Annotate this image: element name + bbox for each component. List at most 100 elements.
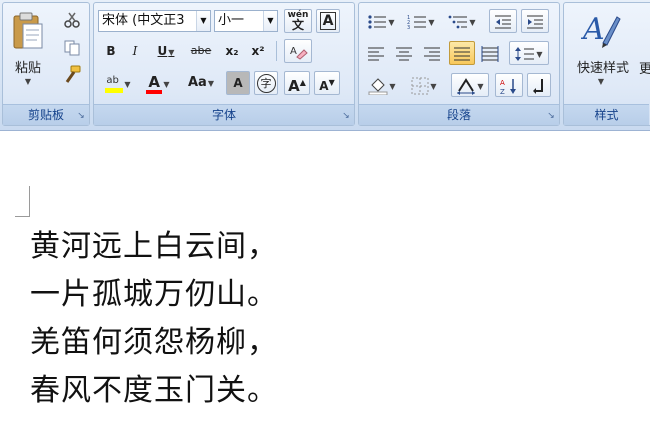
document-text[interactable]: 黄河远上白云间， 一片孤城万仞山。 羌笛何须怨杨柳， 春风不度玉门关。 [30,223,278,415]
change-case-button[interactable]: Aa▼ [182,71,220,95]
chevron-down-icon[interactable]: ▼ [428,18,434,27]
character-shading-button[interactable]: A [226,71,250,95]
underline-label: U [157,44,168,58]
poem-line[interactable]: 羌笛何须怨杨柳， [30,319,278,367]
chevron-down-icon[interactable]: ▼ [430,82,436,91]
superscript-button[interactable]: x² [246,39,270,63]
grow-font-label: A [288,77,300,95]
multilevel-list-icon [449,15,468,28]
font-size-value: 小一 [218,13,245,28]
phonetic-guide-button[interactable]: wén 文 [284,9,312,33]
align-left-button[interactable] [363,41,389,65]
quick-styles-button[interactable]: A 快速样式 ▼ [568,5,634,95]
justify-button[interactable] [449,41,475,65]
chevron-down-icon[interactable]: ▼ [263,11,277,31]
svg-text:A: A [581,12,605,47]
underline-button[interactable]: U▼ [150,39,182,63]
enclose-characters-button[interactable]: 字 [254,71,278,95]
font-name-combo[interactable]: 宋体 (中文正3 ▼ [98,10,211,32]
font-name-value: 宋体 (中文正3 [102,13,185,28]
align-right-icon [424,47,440,60]
chevron-down-icon[interactable]: ▼ [388,18,394,27]
chevron-down-icon[interactable]: ▼ [208,79,214,88]
bullets-button[interactable]: ▼ [363,9,399,33]
borders-icon [411,77,429,94]
line-spacing-button[interactable]: ▼ [509,41,549,65]
align-right-button[interactable] [419,41,445,65]
dialog-launcher-icon[interactable]: ↘ [546,111,556,121]
strikethrough-button[interactable]: abe [186,39,216,63]
dialog-launcher-icon[interactable]: ↘ [341,111,351,121]
decrease-indent-button[interactable] [489,9,517,33]
change-case-label: Aa [188,75,207,90]
styles-group: A 快速样式 ▼ 更 样式 [563,2,650,126]
chevron-down-icon[interactable]: ▼ [477,82,483,91]
poem-line[interactable]: 黄河远上白云间， [30,223,278,271]
styles-group-label: 样式 [564,104,649,125]
grow-font-button[interactable]: A▲ [284,71,310,95]
chinese-layout-button[interactable]: ▼ [451,73,489,97]
shrink-font-button[interactable]: A▼ [314,71,340,95]
paint-bucket-icon [368,77,388,95]
increase-indent-button[interactable] [521,9,549,33]
svg-text:Z: Z [500,88,505,95]
change-styles-label[interactable]: 更 [639,58,650,77]
subscript-label: x₂ [225,44,239,58]
font-size-combo[interactable]: 小一 ▼ [214,10,278,32]
paste-icon [13,12,43,49]
italic-label: I [132,44,138,58]
multilevel-list-button[interactable]: ▼ [443,9,481,33]
chevron-down-icon[interactable]: ▼ [124,80,130,89]
italic-button[interactable]: I [124,39,146,63]
chevron-down-icon[interactable]: ▼ [536,50,542,59]
subscript-button[interactable]: x₂ [220,39,244,63]
poem-line[interactable]: 一片孤城万仞山。 [30,271,278,319]
sort-icon: A Z [500,78,516,96]
align-left-icon [368,47,384,60]
poem-line[interactable]: 春风不度玉门关。 [30,367,278,415]
clear-formatting-button[interactable]: A [284,39,312,63]
align-center-icon [396,47,412,60]
increase-indent-icon [527,15,543,28]
strikethrough-label: abe [190,44,212,57]
cut-icon[interactable] [63,11,81,29]
font-color-swatch [146,89,163,94]
numbering-icon: 1 2 3 [407,15,427,31]
clear-formatting-icon: A [290,46,308,60]
font-color-button[interactable]: A ▼ [140,71,176,95]
bullets-icon [368,14,387,29]
clear-formatting-label: A [290,46,297,57]
decrease-indent-icon [495,15,511,28]
svg-text:3: 3 [407,25,410,30]
bold-label: B [106,44,116,58]
document-page[interactable]: 黄河远上白云间， 一片孤城万仞山。 羌笛何须怨杨柳， 春风不度玉门关。 [0,131,650,433]
shrink-font-label: A [319,79,329,93]
numbering-button[interactable]: 1 2 3 ▼ [403,9,439,33]
show-hide-marks-button[interactable] [527,73,551,97]
chevron-down-icon[interactable]: ▼ [163,80,169,89]
chevron-down-icon[interactable]: ▼ [469,18,475,27]
highlight-button[interactable]: ab ▼ [100,71,136,95]
shading-button[interactable]: ▼ [363,73,401,97]
highlighter-icon: ab [105,75,124,93]
chevron-down-icon[interactable]: ▼ [168,48,174,57]
align-center-button[interactable] [391,41,417,65]
paragraph-group-label: 段落 [359,104,559,125]
format-painter-icon[interactable] [62,65,82,85]
toolbar-separator [276,41,277,61]
distributed-align-icon [481,45,499,62]
bold-button[interactable]: B [100,39,122,63]
chevron-down-icon[interactable]: ▼ [389,82,395,91]
character-border-button[interactable]: A [316,9,340,33]
character-shading-label: A [233,76,243,90]
borders-button[interactable]: ▼ [405,73,443,97]
dialog-launcher-icon[interactable]: ↘ [76,111,86,121]
chevron-down-icon[interactable]: ▼ [196,11,210,31]
highlight-color-swatch [105,87,124,93]
paragraph-mark-icon [533,78,543,94]
paste-button[interactable]: 粘贴 ▼ [7,5,49,95]
distributed-align-button[interactable] [477,41,503,65]
clipboard-group: 粘贴 ▼ 剪贴板 ↘ [2,2,90,126]
copy-icon[interactable] [63,39,81,57]
sort-button[interactable]: A Z [495,73,523,97]
